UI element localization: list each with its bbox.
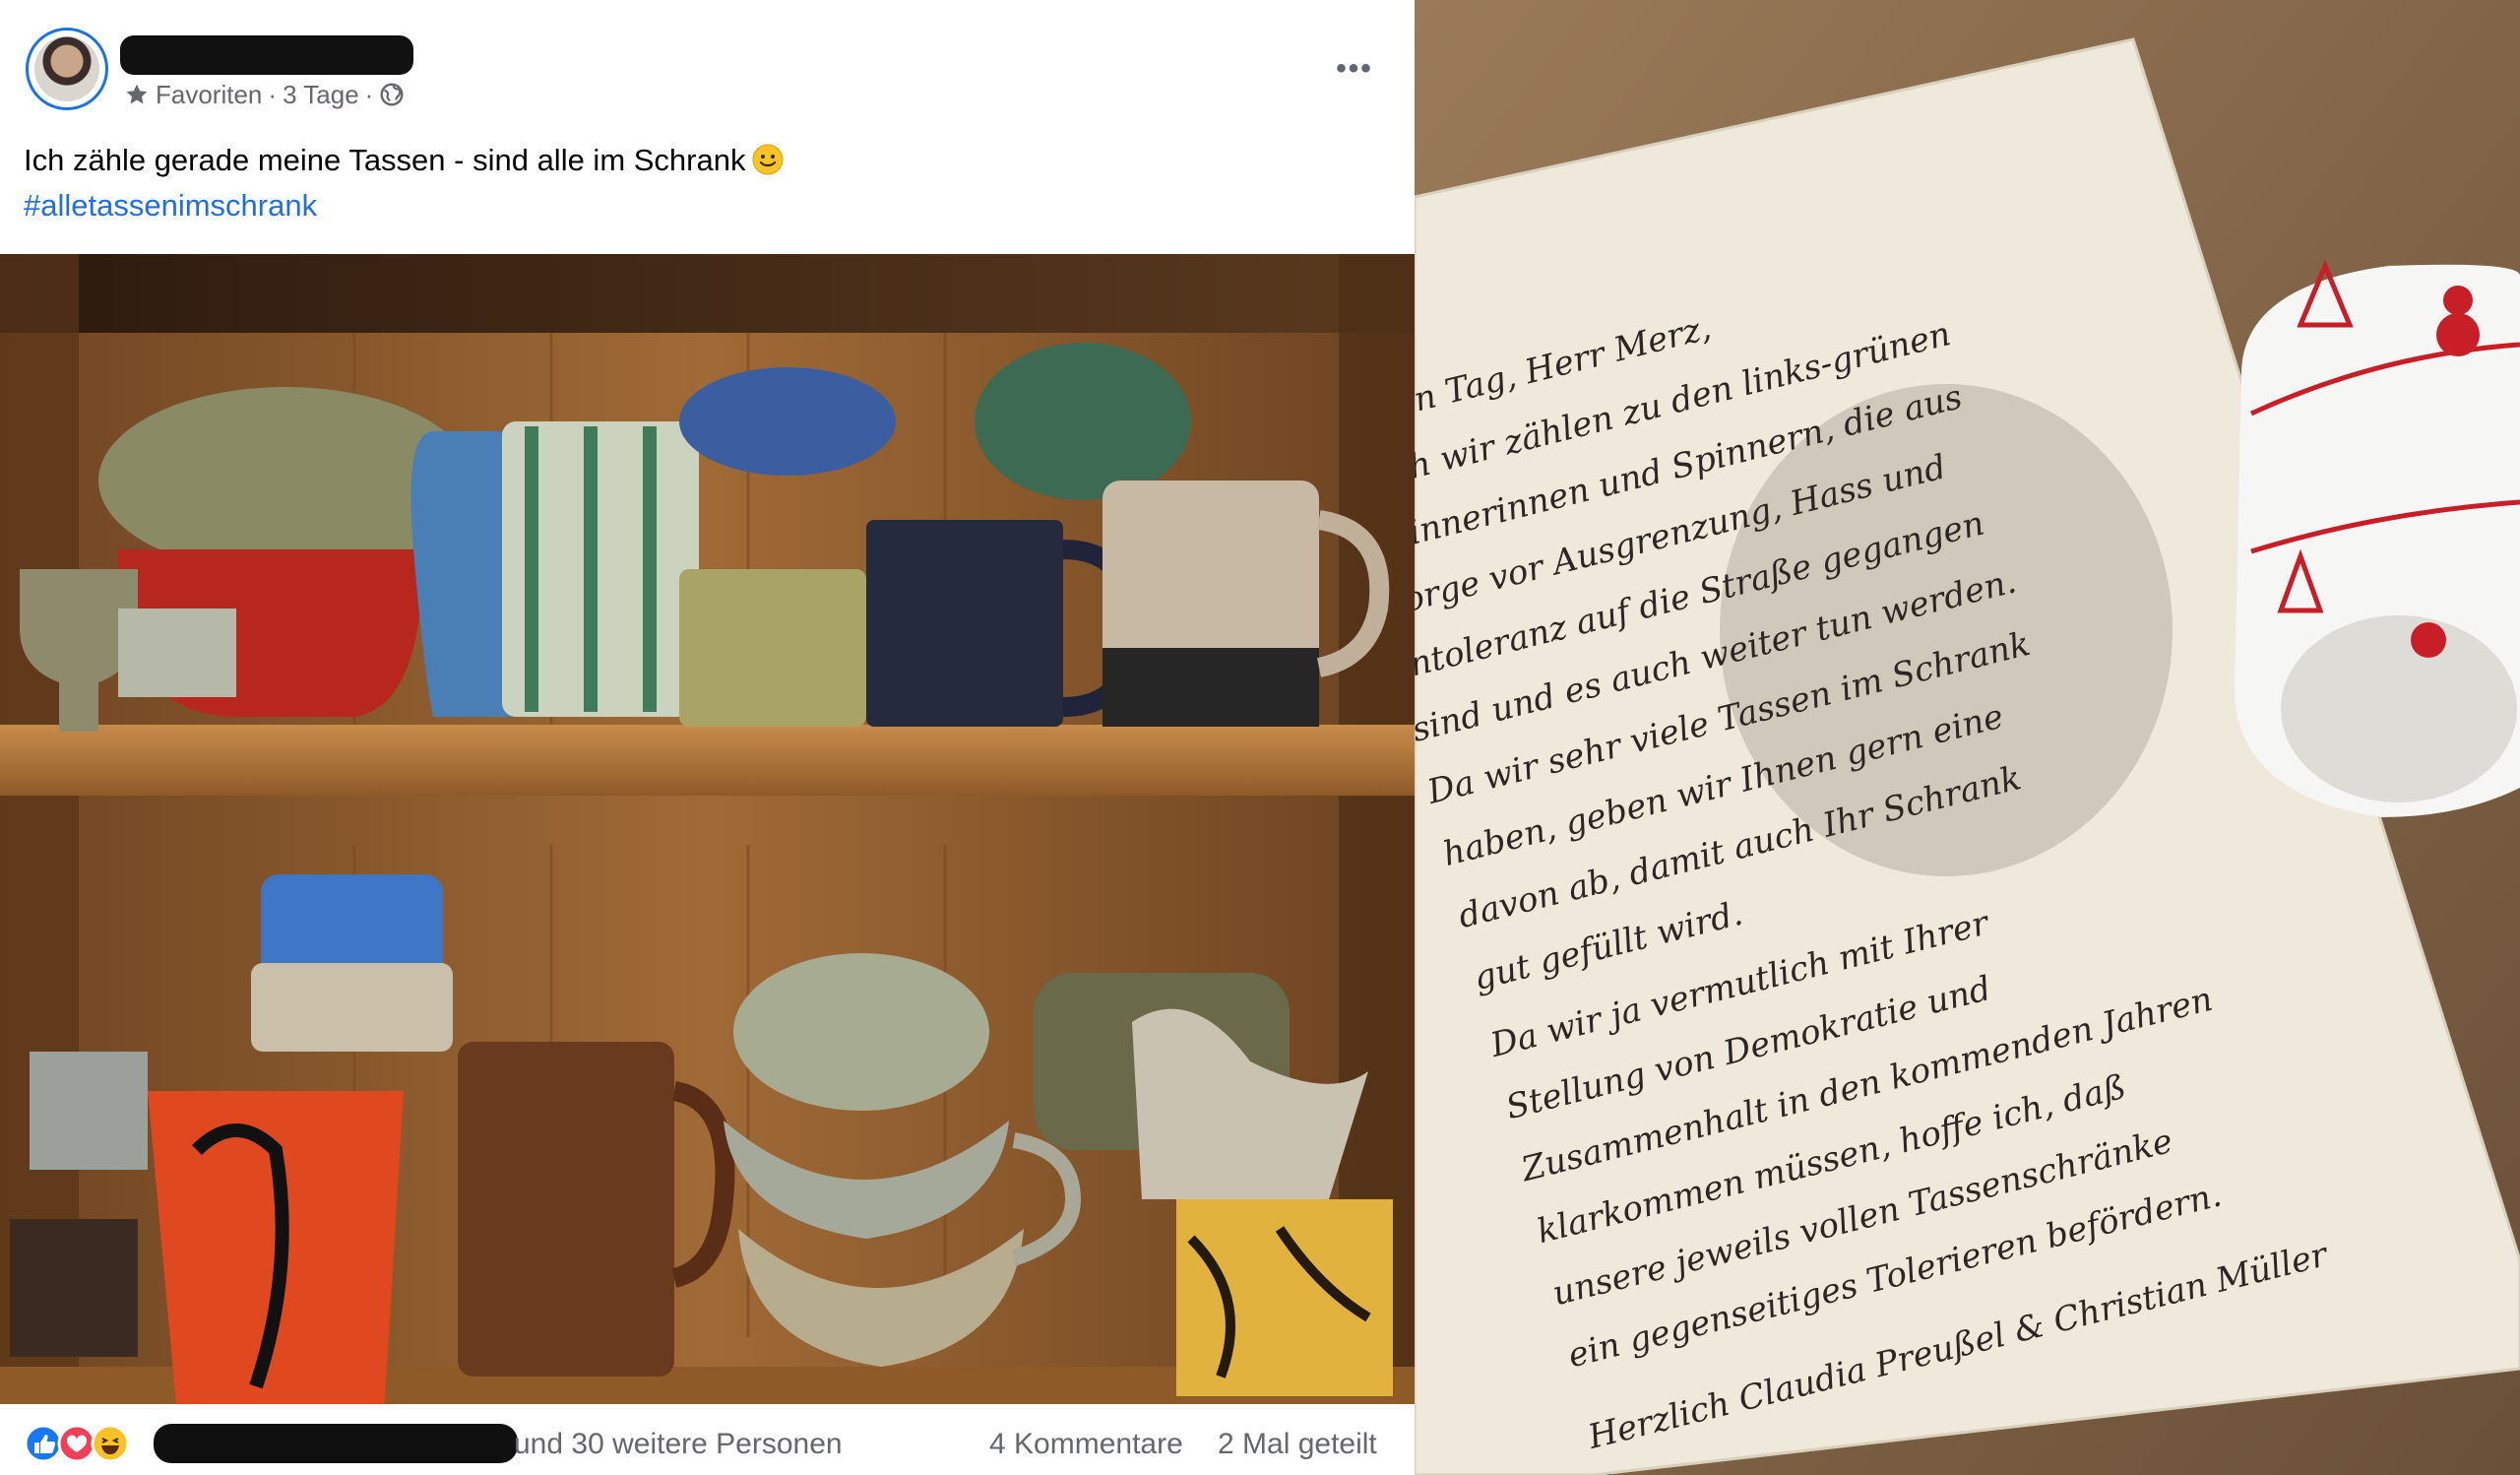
meta-separator: · [364,79,374,109]
author-name-redacted[interactable] [120,35,413,75]
hashtag-link[interactable]: #alletassenimschrank [24,183,1382,228]
haha-icon [91,1424,130,1463]
star-icon [126,84,148,104]
facebook-post: Favoriten · 3 Tage · ••• Ich zähle gerad… [0,0,1415,1475]
christmas-mug [2235,259,2520,817]
post-text: Ich zähle gerade meine Tassen - sind all… [24,138,1382,228]
avatar[interactable] [26,28,108,110]
post-header: Favoriten · 3 Tage · ••• [0,0,1415,138]
meta-separator: · [268,79,278,109]
shares-count[interactable]: 2 Mal geteilt [1218,1428,1377,1461]
reactions-summary[interactable]: und 30 weitere Personen [514,1428,843,1461]
post-message: Ich zähle gerade meine Tassen - sind all… [24,143,746,177]
cupboard-photo[interactable] [0,254,1415,1404]
post-footer: und 30 weitere Personen 4 Kommentare 2 M… [0,1404,1415,1475]
comments-count[interactable]: 4 Kommentare [989,1428,1183,1461]
smiling-face-emoji [752,144,784,175]
reaction-icons[interactable] [24,1424,130,1463]
letter-photo-canvas: Guten Tag, Herr Merz, auch wir zählen zu… [1415,0,2520,1475]
more-options-button[interactable]: ••• [1327,49,1382,89]
post-meta: Favoriten · 3 Tage · [124,77,405,112]
audience-label[interactable]: Favoriten [156,80,262,110]
post-time[interactable]: 3 Tage [283,80,359,110]
reactor-names-redacted[interactable] [154,1424,518,1463]
globe-icon[interactable] [379,82,405,107]
letter-photo[interactable]: Guten Tag, Herr Merz, auch wir zählen zu… [1415,0,2520,1475]
